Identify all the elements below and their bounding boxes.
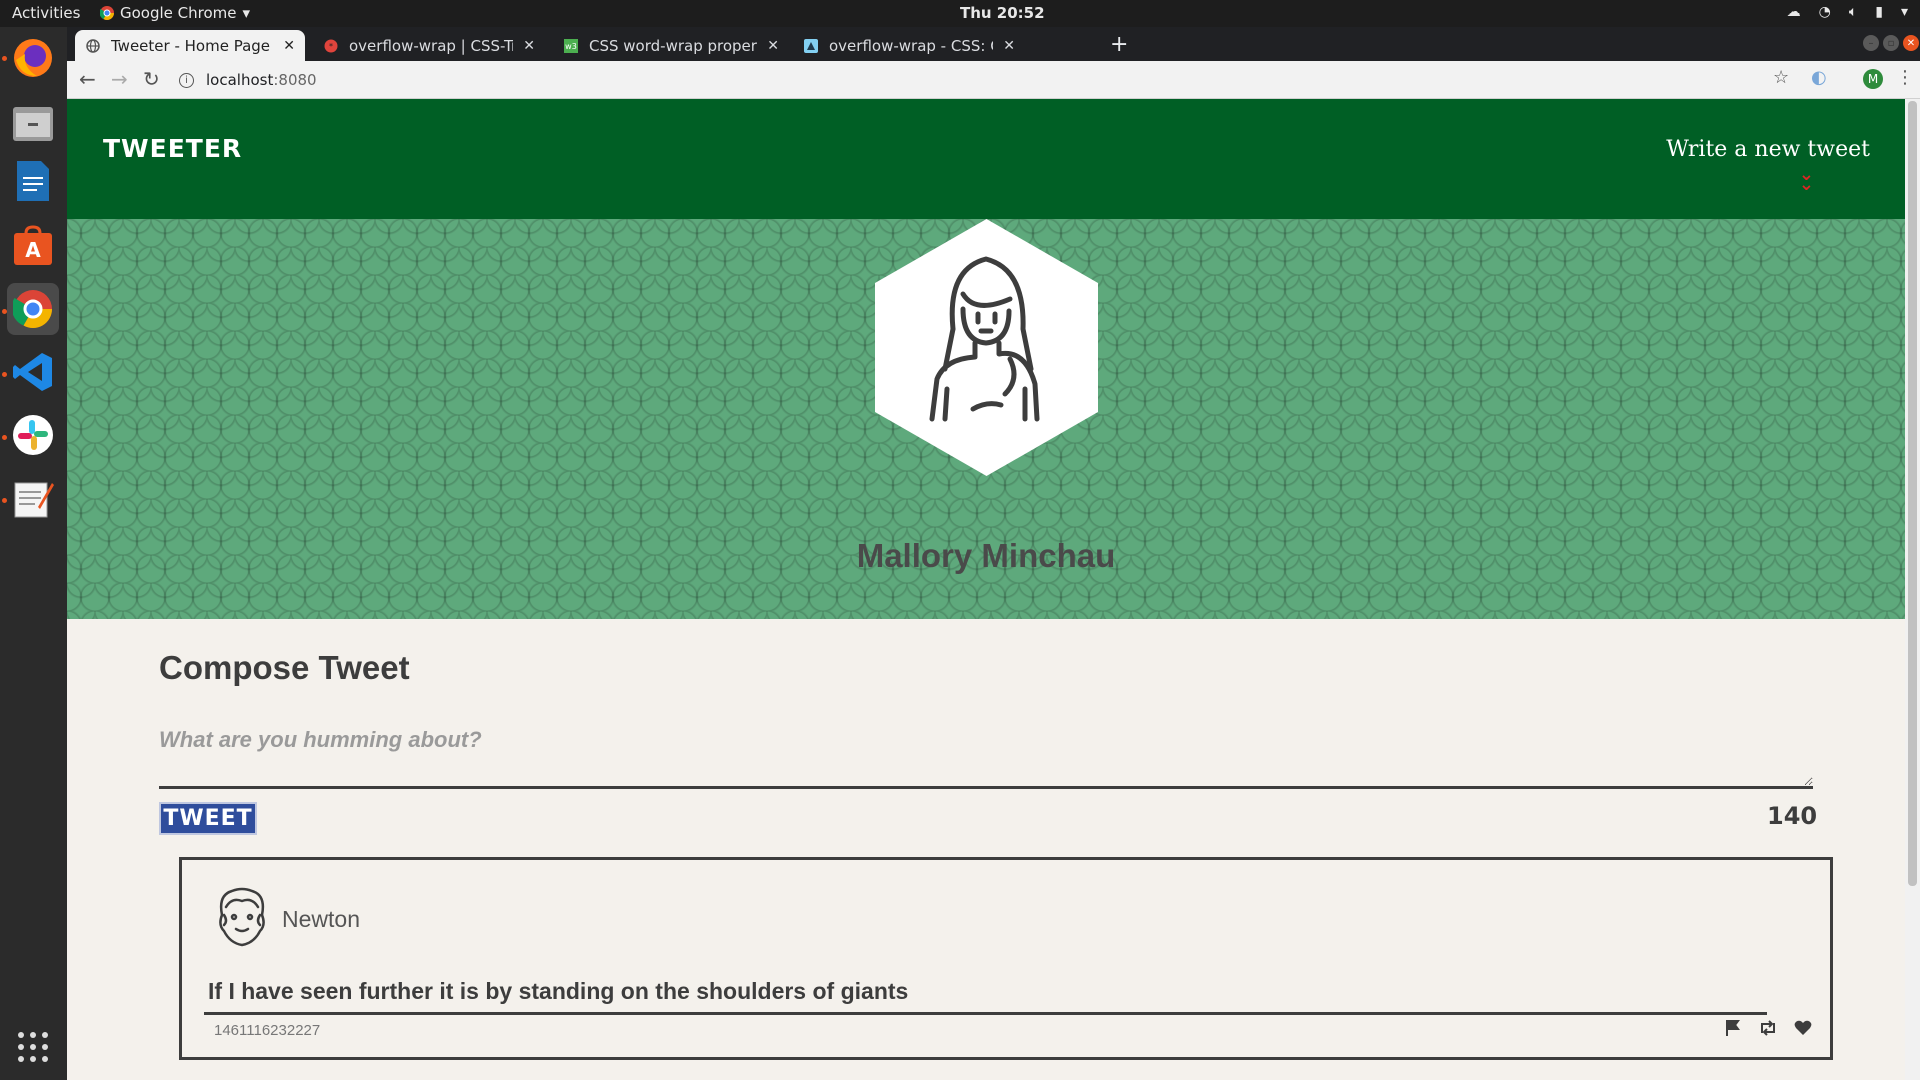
user-avatar-icon [875,219,1098,476]
tab-strip: Tweeter - Home Page ✕ * overflow-wrap | … [67,27,1920,61]
minimize-window-icon[interactable]: – [1863,35,1879,51]
svg-text:*: * [329,42,333,51]
close-window-icon[interactable]: ✕ [1903,35,1919,51]
files-icon[interactable] [7,97,59,149]
character-counter: 140 [1767,802,1818,830]
tab-title: overflow-wrap | CSS-Trick [349,36,513,55]
tweet-card: Newton If I have seen further it is by s… [179,857,1833,1060]
mdn-icon [803,38,819,54]
svg-text:w3: w3 [565,42,577,51]
write-new-tweet-link[interactable]: Write a new tweet [1666,137,1870,162]
software-center-icon[interactable]: A [7,220,59,272]
vscode-icon[interactable] [7,346,59,398]
tab-css-tricks[interactable]: * overflow-wrap | CSS-Trick ✕ [313,30,545,61]
maximize-window-icon[interactable]: ▫ [1883,35,1899,51]
weather-icon: ☁ [1786,4,1801,20]
slack-icon[interactable] [7,409,59,461]
profile-avatar[interactable]: M [1863,69,1883,89]
close-tab-icon[interactable]: ✕ [523,38,535,54]
tab-w3schools[interactable]: w3 CSS word-wrap property ✕ [553,30,789,61]
extension-icon[interactable]: ◐ [1811,67,1827,88]
writer-icon[interactable] [7,155,59,207]
tab-mdn[interactable]: overflow-wrap - CSS: Casc ✕ [793,30,1025,61]
bookmark-star-icon[interactable]: ☆ [1773,67,1789,88]
close-tab-icon[interactable]: ✕ [767,38,779,54]
w3schools-icon: w3 [563,38,579,54]
profile-name: Mallory Minchau [856,537,1116,574]
reload-icon[interactable]: ↻ [143,67,160,91]
address-bar[interactable]: i localhost:8080 [179,66,1799,94]
back-icon[interactable]: ← [79,67,96,91]
site-brand[interactable]: TWEETER [103,134,242,163]
browser-toolbar: ← → ↻ i localhost:8080 ☆ ◐ M ⋮ [67,61,1920,99]
site-info-icon[interactable]: i [179,72,194,88]
css-tricks-icon: * [323,38,339,54]
tweet-author-avatar [219,887,265,947]
tab-title: CSS word-wrap property [589,36,758,55]
tab-title: Tweeter - Home Page [111,36,271,55]
page-viewport: TWEETER Write a new tweet ⌄ ⌄ Mallory Mi… [67,99,1905,1080]
new-tab-button[interactable]: + [1110,32,1128,57]
system-tray[interactable]: ☁ ◔ 🔈︎ ▮ ▾ [1787,4,1908,20]
scrollbar-thumb[interactable] [1908,101,1917,886]
double-chevron-down-icon[interactable]: ⌄ ⌄ [1799,166,1814,194]
tweet-author: Newton [282,906,360,932]
tweet-textarea[interactable] [159,719,1813,789]
tweet-footer-divider [204,1012,1767,1015]
flag-icon[interactable] [1724,1019,1742,1037]
close-tab-icon[interactable]: ✕ [1003,38,1015,54]
tweet-submit-button[interactable]: TWEET [159,802,257,835]
profile-avatar-hexagon [875,219,1098,476]
page-scrollbar[interactable] [1905,99,1920,1080]
chrome-small-icon [100,6,114,20]
app-menu-caret-icon: ▾ [242,4,251,22]
volume-icon: 🔈︎ [1848,4,1858,20]
compose-title: Compose Tweet [159,649,410,686]
url-port: :8080 [273,71,317,89]
heart-icon[interactable] [1794,1019,1812,1037]
wifi-icon: ◔ [1818,4,1831,20]
retweet-icon[interactable] [1758,1019,1778,1037]
firefox-icon[interactable] [7,32,59,84]
tweet-actions [1724,1019,1812,1037]
profile-header: Mallory Minchau [67,219,1905,619]
dock: A [0,27,67,1080]
forward-icon[interactable]: → [111,67,128,91]
battery-icon: ▮ [1875,4,1883,20]
app-name: Google Chrome [120,4,237,22]
system-top-bar: Activities Google Chrome ▾ Thu 20:52 ☁ ◔… [0,0,1920,27]
url-host: localhost [206,71,274,89]
close-tab-icon[interactable]: ✕ [283,38,295,54]
globe-icon [85,38,101,54]
activities-button[interactable]: Activities [12,4,80,22]
more-menu-icon[interactable]: ⋮ [1896,67,1914,88]
svg-text:A: A [25,238,41,262]
tab-tweeter[interactable]: Tweeter - Home Page ✕ [75,30,305,61]
clock[interactable]: Thu 20:52 [960,4,1045,22]
tweet-timestamp: 1461116232227 [214,1022,321,1039]
app-menu[interactable]: Google Chrome ▾ [100,4,250,22]
tab-title: overflow-wrap - CSS: Casc [829,36,993,55]
show-applications-icon[interactable] [18,1032,48,1062]
tweet-text: If I have seen further it is by standing… [208,978,909,1004]
site-nav: TWEETER Write a new tweet ⌄ ⌄ [67,99,1905,219]
text-editor-icon[interactable] [7,472,59,524]
system-menu-caret-icon: ▾ [1900,4,1908,20]
chrome-icon[interactable] [7,283,59,335]
